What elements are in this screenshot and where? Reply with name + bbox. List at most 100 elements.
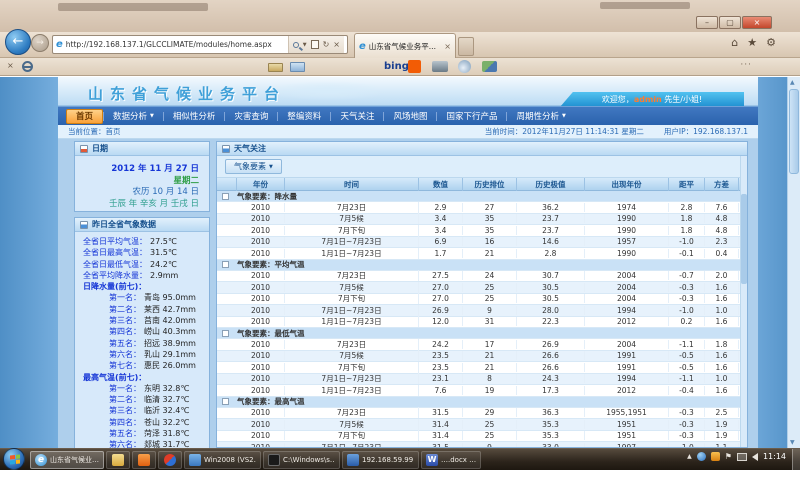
bing-app-icon[interactable] (408, 60, 421, 73)
table-row[interactable]: 20107月23日27.52430.72004-0.72.0 (217, 271, 740, 283)
table-group-row[interactable]: 气象要素：平均气温 (217, 260, 740, 271)
panel-scrollbar[interactable] (740, 156, 747, 447)
table-row[interactable]: 20107月5候23.52126.61991-0.51.6 (217, 351, 740, 363)
group-checkbox[interactable] (222, 193, 229, 200)
table-row[interactable]: 20107月1日~7月23日26.9928.01994-1.01.0 (217, 305, 740, 317)
table-row[interactable]: 20107月23日2.92736.219742.87.6 (217, 202, 740, 214)
taskbar-button-6[interactable]: 192.168.59.99… (342, 451, 419, 469)
hidden-icons-arrow[interactable]: ▲ (687, 453, 692, 460)
show-desktop-button[interactable] (792, 449, 800, 471)
table-row[interactable]: 20107月下旬31.42535.31951-0.31.9 (217, 431, 740, 443)
element-filter-button[interactable]: 气象要素 ▼ (225, 159, 282, 174)
ranking-entry[interactable]: 第四名：苍山 32.2℃ (83, 417, 205, 428)
taskbar-button-5[interactable]: C:\Windows\s… (263, 451, 340, 469)
group-checkbox[interactable] (222, 330, 229, 337)
ranking-entry[interactable]: 第二名：临清 32.7℃ (83, 394, 205, 405)
ranking-entry[interactable]: 第三名：莒南 42.0mm (83, 315, 205, 326)
browser-scrollbar-thumb[interactable] (789, 89, 799, 174)
volume-icon[interactable] (752, 453, 758, 461)
browser-scrollbar[interactable]: ▲ ▼ (787, 77, 800, 448)
contacts-icon[interactable] (482, 61, 497, 72)
new-tab-button[interactable] (458, 37, 474, 56)
action-center-flag-icon[interactable]: ⚑ (725, 452, 732, 461)
table-row[interactable]: 20107月5候3.43523.719901.84.8 (217, 214, 740, 226)
ranking-entry[interactable]: 第四名：崂山 40.3mm (83, 326, 205, 337)
ranking-entry[interactable]: 第一名：东明 32.8℃ (83, 383, 205, 394)
tray-app-icon[interactable] (697, 452, 706, 461)
forward-button[interactable]: → (31, 34, 49, 52)
taskbar-button-7[interactable]: W….docx … (421, 451, 481, 469)
compatibility-view-icon[interactable] (311, 40, 319, 49)
table-row[interactable]: 20107月1日~7月23日6.91614.61957-1.02.3 (217, 237, 740, 249)
ranking-entry[interactable]: 第六名：乳山 29.1mm (83, 349, 205, 360)
nav-item-6[interactable]: 风场地图 (384, 109, 436, 124)
card-icon[interactable] (268, 63, 283, 72)
ranking-entry[interactable]: 第三名：临沂 32.4℃ (83, 405, 205, 416)
ranking-entry[interactable]: 第五名：招远 38.9mm (83, 338, 205, 349)
taskbar-button-2[interactable] (132, 451, 156, 469)
ranking-entry[interactable]: 第五名：菏泽 31.8℃ (83, 428, 205, 439)
ranking-entry[interactable]: 第七名：惠民 26.0mm (83, 360, 205, 371)
refresh-icon[interactable]: ↻ (323, 40, 330, 49)
media-icon[interactable] (432, 61, 448, 72)
network-status-icon[interactable] (737, 453, 747, 461)
group-checkbox[interactable] (222, 398, 229, 405)
stop-icon[interactable]: × (333, 40, 340, 49)
bing-logo[interactable]: bing (384, 61, 409, 72)
table-row[interactable]: 20107月5候27.02530.52004-0.31.6 (217, 282, 740, 294)
nav-item-5[interactable]: 天气关注 (331, 109, 383, 124)
start-button[interactable] (3, 448, 25, 470)
ranking-entry[interactable]: 第六名：郯城 31.7℃ (83, 439, 205, 448)
table-row[interactable]: 20107月下旬27.02530.52004-0.31.6 (217, 294, 740, 306)
group-checkbox[interactable] (222, 261, 229, 268)
table-group-row[interactable]: 气象要素：最低气温 (217, 328, 740, 339)
nav-item-4[interactable]: 整编资料 (278, 109, 330, 124)
table-row[interactable]: 20107月23日31.52936.31955,1951-0.32.5 (217, 408, 740, 420)
table-group-row[interactable]: 气象要素：最高气温 (217, 397, 740, 408)
table-cell: 2010 (237, 294, 285, 303)
maximize-button[interactable]: ▢ (719, 16, 741, 29)
scroll-up-icon[interactable]: ▲ (790, 79, 795, 86)
panel-scrollbar-thumb[interactable] (741, 194, 747, 284)
taskbar-button-1[interactable] (106, 451, 130, 469)
nav-item-3[interactable]: 灾害查询 (225, 109, 277, 124)
settings-gear-icon[interactable]: ⚙ (766, 36, 776, 49)
tab-close-icon[interactable]: × (444, 42, 451, 51)
scroll-down-icon[interactable]: ▼ (790, 439, 795, 446)
ranking-entry[interactable]: 第一名：青岛 95.0mm (83, 292, 205, 303)
back-button[interactable]: ← (5, 29, 31, 55)
toolbar-close-icon[interactable]: × (7, 61, 14, 70)
network-globe-icon[interactable] (458, 60, 471, 73)
favorites-star-icon[interactable]: ★ (747, 36, 757, 49)
table-row[interactable]: 20101月1日~7月23日12.03122.320120.21.6 (217, 317, 740, 329)
table-group-row[interactable]: 气象要素：降水量 (217, 191, 740, 202)
table-row[interactable]: 20107月下旬3.43523.719901.84.8 (217, 225, 740, 237)
nav-item-2[interactable]: 相似性分析 (164, 109, 225, 124)
nav-item-1[interactable]: 数据分析▼ (104, 109, 163, 124)
table-row[interactable]: 20107月5候31.42535.31951-0.31.9 (217, 419, 740, 431)
taskbar-button-3[interactable] (158, 451, 182, 469)
nav-item-8[interactable]: 周期性分析▼ (507, 109, 574, 124)
table-row[interactable]: 20107月23日24.21726.92004-1.11.8 (217, 339, 740, 351)
mail-icon[interactable] (290, 62, 305, 72)
nav-item-0[interactable]: 首页 (66, 109, 103, 124)
table-row[interactable]: 20101月1日~7月23日1.7212.81990-0.10.4 (217, 248, 740, 260)
search-icon[interactable] (293, 42, 299, 48)
taskbar-button-4[interactable]: Win2008 (VS2… (184, 451, 261, 469)
taskbar-button-0[interactable]: e山东省气候业… (30, 451, 104, 469)
more-options-icon[interactable]: ··· (740, 60, 752, 70)
address-bar[interactable]: e http://192.168.137.1/GLCCLIMATE/module… (52, 35, 348, 54)
table-row[interactable]: 20101月1日~7月23日7.61917.32012-0.41.6 (217, 385, 740, 397)
table-row[interactable]: 20107月下旬23.52126.61991-0.51.6 (217, 362, 740, 374)
dropdown-caret-icon[interactable]: ▼ (303, 42, 307, 48)
close-window-button[interactable]: × (742, 16, 772, 29)
table-row[interactable]: 20107月1日~7月23日23.1824.31994-1.11.0 (217, 374, 740, 386)
home-icon[interactable]: ⌂ (731, 36, 738, 49)
nav-item-7[interactable]: 国家下行产品 (437, 109, 506, 124)
minimize-button[interactable]: – (696, 16, 718, 29)
tray-security-icon[interactable] (711, 452, 720, 461)
browser-tab[interactable]: e 山东省气候业务平... × (354, 33, 456, 58)
taskbar-clock[interactable]: 11:14 (763, 452, 786, 461)
table-cell: 2010 (237, 420, 285, 429)
ranking-entry[interactable]: 第二名：莱西 42.7mm (83, 304, 205, 315)
